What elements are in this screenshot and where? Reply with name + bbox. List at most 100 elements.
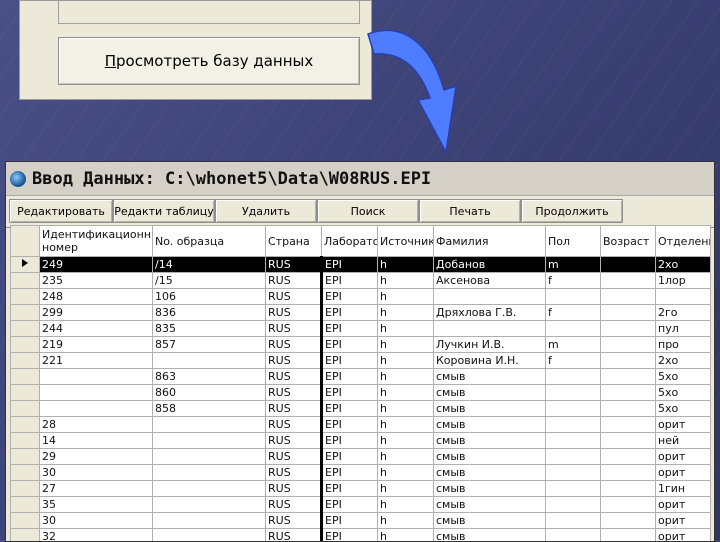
table-cell[interactable]: 860 <box>153 385 266 401</box>
table-row[interactable]: 221RUSEPIhКоровина И.Н.f2хо <box>11 353 711 369</box>
table-cell[interactable] <box>434 289 546 305</box>
table-cell[interactable] <box>153 353 266 369</box>
row-indicator[interactable] <box>11 449 40 465</box>
table-cell[interactable]: RUS <box>266 289 322 305</box>
table-cell[interactable] <box>601 417 656 433</box>
table-cell[interactable]: RUS <box>266 385 322 401</box>
table-cell[interactable]: h <box>378 385 434 401</box>
table-cell[interactable] <box>601 273 656 289</box>
table-cell[interactable] <box>601 337 656 353</box>
row-indicator[interactable] <box>11 481 40 497</box>
table-cell[interactable]: EPI <box>322 321 378 337</box>
row-indicator[interactable] <box>11 289 40 305</box>
table-row[interactable]: 299836RUSEPIhДряхлова Г.В.f2го <box>11 305 711 321</box>
table-cell[interactable]: RUS <box>266 305 322 321</box>
table-cell[interactable]: h <box>378 481 434 497</box>
table-cell[interactable] <box>153 465 266 481</box>
table-cell[interactable] <box>546 369 601 385</box>
table-cell[interactable] <box>601 385 656 401</box>
table-cell[interactable] <box>601 401 656 417</box>
row-indicator[interactable] <box>11 353 40 369</box>
table-cell[interactable]: 248 <box>40 289 153 305</box>
print-button[interactable]: Печать <box>419 199 521 223</box>
table-cell[interactable]: RUS <box>266 449 322 465</box>
table-cell[interactable] <box>601 321 656 337</box>
table-cell[interactable]: 28 <box>40 417 153 433</box>
table-cell[interactable]: 2хо <box>656 353 711 369</box>
column-header[interactable]: Пол <box>546 226 601 257</box>
table-row[interactable]: 35RUSEPIhсмыворит <box>11 497 711 513</box>
row-indicator[interactable] <box>11 273 40 289</box>
table-cell[interactable]: EPI <box>322 337 378 353</box>
column-header[interactable]: Фамилия <box>434 226 546 257</box>
table-cell[interactable]: RUS <box>266 433 322 449</box>
table-cell[interactable] <box>601 465 656 481</box>
table-cell[interactable]: 106 <box>153 289 266 305</box>
column-header[interactable]: No. образца <box>153 226 266 257</box>
view-database-menu-item[interactable]: Просмотреть базу данных <box>58 37 360 85</box>
column-header[interactable]: Лаборатория <box>322 226 378 257</box>
table-cell[interactable]: EPI <box>322 465 378 481</box>
table-row[interactable]: 244835RUSEPIhпул <box>11 321 711 337</box>
search-button[interactable]: Поиск <box>317 199 419 223</box>
table-cell[interactable] <box>546 401 601 417</box>
table-cell[interactable]: 14 <box>40 433 153 449</box>
table-cell[interactable]: EPI <box>322 497 378 513</box>
table-cell[interactable]: 5хо <box>656 369 711 385</box>
table-cell[interactable]: h <box>378 497 434 513</box>
edit-button[interactable]: Редактировать <box>9 199 113 223</box>
table-cell[interactable] <box>546 289 601 305</box>
row-indicator[interactable] <box>11 321 40 337</box>
table-cell[interactable]: 235 <box>40 273 153 289</box>
table-cell[interactable]: орит <box>656 513 711 529</box>
table-cell[interactable]: h <box>378 289 434 305</box>
table-cell[interactable] <box>601 353 656 369</box>
table-cell[interactable]: 299 <box>40 305 153 321</box>
table-cell[interactable]: h <box>378 417 434 433</box>
continue-button[interactable]: Продолжить <box>521 199 623 223</box>
delete-button[interactable]: Удалить <box>215 199 317 223</box>
table-cell[interactable]: RUS <box>266 337 322 353</box>
table-row[interactable]: 235/15RUSEPIhАксеноваf1лор <box>11 273 711 289</box>
table-cell[interactable] <box>40 401 153 417</box>
table-cell[interactable]: RUS <box>266 273 322 289</box>
table-cell[interactable]: орит <box>656 449 711 465</box>
table-cell[interactable]: h <box>378 321 434 337</box>
table-cell[interactable]: смыв <box>434 369 546 385</box>
table-cell[interactable]: ней <box>656 433 711 449</box>
table-cell[interactable] <box>601 433 656 449</box>
table-cell[interactable]: смыв <box>434 481 546 497</box>
table-cell[interactable]: 35 <box>40 497 153 513</box>
table-cell[interactable]: 5хо <box>656 401 711 417</box>
table-cell[interactable] <box>546 449 601 465</box>
table-row[interactable]: 30RUSEPIhсмыворит <box>11 465 711 481</box>
table-cell[interactable]: 2хо <box>656 257 711 273</box>
table-cell[interactable]: h <box>378 273 434 289</box>
table-cell[interactable] <box>153 449 266 465</box>
table-cell[interactable] <box>601 289 656 305</box>
table-cell[interactable] <box>546 481 601 497</box>
table-cell[interactable]: m <box>546 257 601 273</box>
table-cell[interactable]: EPI <box>322 401 378 417</box>
row-indicator[interactable] <box>11 433 40 449</box>
column-header[interactable]: Отделение <box>656 226 711 257</box>
table-cell[interactable]: 29 <box>40 449 153 465</box>
table-cell[interactable]: смыв <box>434 385 546 401</box>
table-cell[interactable]: EPI <box>322 289 378 305</box>
table-cell[interactable] <box>153 481 266 497</box>
table-cell[interactable]: RUS <box>266 321 322 337</box>
table-cell[interactable] <box>546 385 601 401</box>
table-cell[interactable]: Лучкин И.В. <box>434 337 546 353</box>
table-cell[interactable]: RUS <box>266 481 322 497</box>
table-cell[interactable]: смыв <box>434 433 546 449</box>
table-cell[interactable]: 863 <box>153 369 266 385</box>
row-indicator[interactable] <box>11 465 40 481</box>
table-cell[interactable]: RUS <box>266 417 322 433</box>
table-cell[interactable] <box>434 321 546 337</box>
table-cell[interactable]: /14 <box>153 257 266 273</box>
table-cell[interactable]: 30 <box>40 465 153 481</box>
table-cell[interactable] <box>601 481 656 497</box>
table-cell[interactable]: орит <box>656 417 711 433</box>
table-cell[interactable]: 858 <box>153 401 266 417</box>
table-cell[interactable]: h <box>378 257 434 273</box>
